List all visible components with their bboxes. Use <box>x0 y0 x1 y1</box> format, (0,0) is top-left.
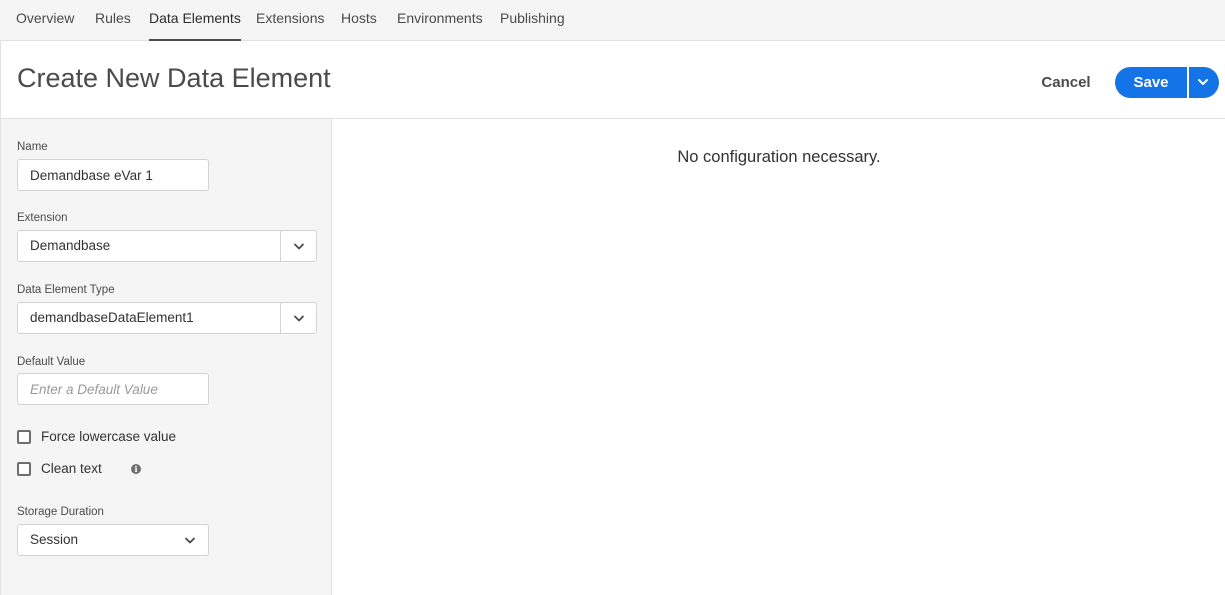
data-element-type-label: Data Element Type <box>17 284 115 296</box>
extension-select[interactable]: Demandbase <box>17 230 317 262</box>
tab-data-elements[interactable]: Data Elements <box>149 0 241 41</box>
save-button[interactable]: Save <box>1115 67 1187 98</box>
storage-duration-label: Storage Duration <box>17 506 104 518</box>
clean-text-checkbox[interactable] <box>17 462 31 476</box>
page-header: Create New Data Element Cancel Save <box>0 41 1225 119</box>
name-input[interactable] <box>17 159 209 191</box>
tab-extensions[interactable]: Extensions <box>256 0 324 41</box>
force-lowercase-checkbox-row[interactable]: Force lowercase value <box>17 429 187 447</box>
tab-hosts[interactable]: Hosts <box>341 0 377 41</box>
name-label: Name <box>17 141 48 153</box>
save-menu-button[interactable] <box>1189 67 1219 98</box>
extension-value: Demandbase <box>30 238 111 253</box>
tab-overview[interactable]: Overview <box>16 0 74 41</box>
data-element-type-dropdown-button[interactable] <box>280 303 316 333</box>
force-lowercase-checkbox[interactable] <box>17 430 31 444</box>
cancel-button[interactable]: Cancel <box>1031 68 1101 98</box>
tab-environments[interactable]: Environments <box>397 0 483 41</box>
storage-duration-select[interactable]: Session <box>17 524 209 556</box>
chevron-down-icon <box>294 315 304 322</box>
configuration-area: No configuration necessary. <box>333 119 1225 595</box>
data-element-type-select[interactable]: demandbaseDataElement1 <box>17 302 317 334</box>
no-configuration-message: No configuration necessary. <box>677 148 881 166</box>
storage-duration-value: Session <box>30 532 79 547</box>
default-value-label: Default Value <box>17 356 86 368</box>
chevron-down-icon <box>185 537 195 544</box>
extension-label: Extension <box>17 212 68 224</box>
data-element-type-value: demandbaseDataElement1 <box>30 310 194 325</box>
form-panel: Name Extension Demandbase Data Element T… <box>0 119 332 595</box>
default-value-input[interactable] <box>17 373 209 405</box>
page-title: Create New Data Element <box>17 63 331 93</box>
tab-publishing[interactable]: Publishing <box>500 0 565 41</box>
top-nav: Overview Rules Data Elements Extensions … <box>0 0 1225 41</box>
extension-dropdown-button[interactable] <box>280 231 316 261</box>
clean-text-checkbox-row[interactable]: Clean text i <box>17 461 147 479</box>
force-lowercase-label: Force lowercase value <box>41 429 177 444</box>
chevron-down-icon <box>294 243 304 250</box>
clean-text-label: Clean text <box>41 461 102 476</box>
info-icon[interactable]: i <box>131 464 141 474</box>
tab-rules[interactable]: Rules <box>95 0 131 41</box>
chevron-down-icon <box>1198 79 1208 85</box>
